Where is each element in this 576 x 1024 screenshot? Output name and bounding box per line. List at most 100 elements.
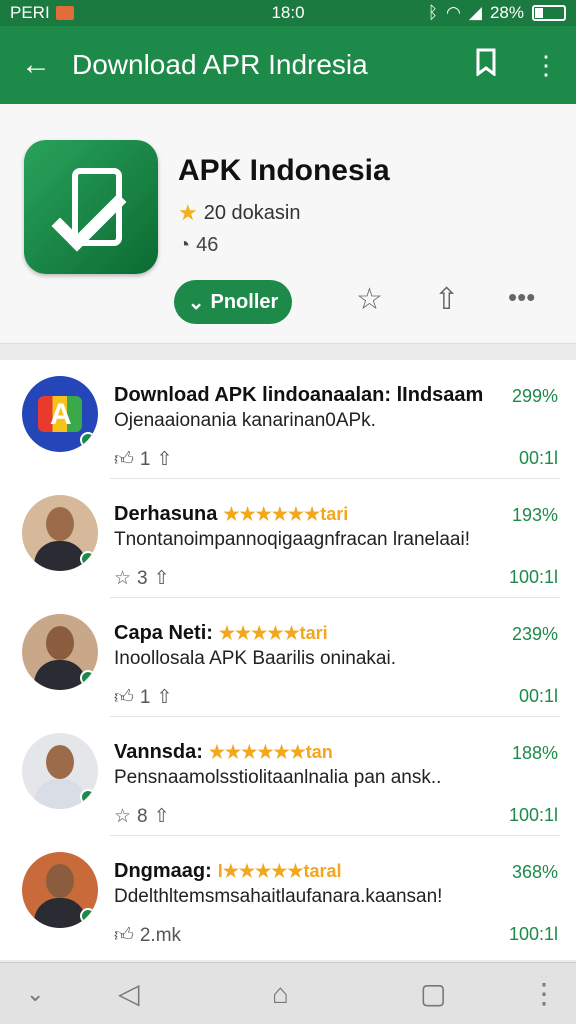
- battery-level: [535, 8, 544, 18]
- list-item[interactable]: Vannsda: ★★★★★★tan Pensnaamolsstiolitaanl…: [0, 717, 576, 836]
- star-icon: ★: [178, 200, 198, 225]
- like-count: 1: [139, 686, 151, 708]
- avatar: A: [22, 376, 98, 452]
- list-item[interactable]: A Download APK lindoanaalan: lIndsaam Oj…: [0, 360, 576, 479]
- verified-badge-icon: [80, 551, 96, 567]
- avatar: [22, 495, 98, 571]
- verified-badge-icon: [80, 432, 96, 448]
- reviews-list: A Download APK lindoanaalan: lIndsaam Oj…: [0, 360, 576, 960]
- review-stars: ★★★★★★tari: [223, 504, 349, 524]
- reviewer-name-text: Capa Neti:: [114, 622, 213, 644]
- review-percent: 299%: [511, 386, 558, 406]
- battery-icon: [532, 5, 566, 21]
- thumbs-up-icon[interactable]: 👍︎: [114, 448, 134, 471]
- verified-badge-icon: [80, 670, 96, 686]
- avatar-body: [34, 660, 86, 690]
- battery-percent: 28%: [489, 3, 524, 22]
- review-meta: 00:1l: [518, 686, 558, 706]
- status-bar: PERI 18:0 ᛒ ◠ ◢ 28%: [0, 0, 576, 26]
- review-stars: ★★★★★★tan: [208, 742, 333, 762]
- recents-nav-icon[interactable]: ▢: [420, 977, 446, 1010]
- reviewer-name: Dngmaag: I★★★★★taral: [114, 860, 342, 883]
- share-icon[interactable]: ⇧: [156, 448, 172, 471]
- avatar-body: [34, 898, 86, 928]
- clock: 18:0: [271, 3, 305, 22]
- app-icon[interactable]: [24, 140, 158, 274]
- list-item[interactable]: Capa Neti: ★★★★★tari Inoollosala APK Baar…: [0, 598, 576, 717]
- share-icon[interactable]: ⇧: [154, 805, 170, 828]
- star-outline-icon[interactable]: ☆: [356, 282, 383, 317]
- avatar-head: [46, 864, 74, 898]
- review-text: Ojenaaionania kanarinan0APk.: [114, 410, 376, 431]
- verified-badge-icon: [80, 908, 96, 924]
- review-meta: 100:1l: [508, 805, 558, 825]
- review-percent: 239%: [511, 624, 558, 644]
- reviewer-name-text: Derhasuna: [114, 503, 218, 525]
- avatar: [22, 614, 98, 690]
- logo-letter: A: [50, 398, 72, 431]
- reviewer-name-text: Dngmaag:: [114, 860, 212, 882]
- download-count-icon: ◔: [178, 234, 191, 256]
- avatar-body: [34, 541, 86, 571]
- reviewer-name: Derhasuna ★★★★★★tari: [114, 503, 348, 526]
- thumbs-up-icon[interactable]: ☆: [114, 567, 131, 590]
- more-horiz-icon[interactable]: •••: [508, 282, 535, 313]
- reviewer-name-text: Vannsda:: [114, 741, 203, 763]
- chevron-down-icon[interactable]: ⌄: [26, 981, 44, 1007]
- signal-icon: ◢: [468, 3, 482, 22]
- carrier-badge-icon: [55, 6, 74, 20]
- carrier-label: PERI: [10, 3, 50, 22]
- review-text: Ddelthltemsmsahaitlaufanara.kaansan!: [114, 886, 443, 907]
- reviewer-name: Download APK lindoanaalan: lIndsaam: [114, 384, 489, 407]
- review-stars: I★★★★★taral: [217, 861, 342, 881]
- review-percent: 188%: [511, 743, 558, 763]
- back-nav-icon[interactable]: ◁: [118, 977, 140, 1010]
- share-icon[interactable]: ⇧: [156, 686, 172, 709]
- review-percent: 193%: [511, 505, 558, 525]
- star-outline-icon[interactable]: ☆: [114, 805, 131, 828]
- review-actions: ☆ 3 ⇧: [114, 567, 170, 590]
- review-text: Inoollosala APK Baarilis oninakai.: [114, 648, 397, 669]
- like-count: 3: [137, 567, 148, 589]
- wifi-icon: ◠: [446, 3, 461, 22]
- more-vert-icon[interactable]: ⋮: [516, 50, 576, 81]
- app-name: APK Indonesia: [178, 154, 390, 187]
- more-vert-icon[interactable]: ⋮: [530, 977, 558, 1010]
- downloads-text: 46: [196, 234, 219, 256]
- avatar-head: [46, 626, 74, 660]
- thumbs-up-icon[interactable]: 👍︎: [114, 686, 134, 709]
- rating-summary: ★ 20 dokasin: [178, 200, 300, 226]
- review-percent: 368%: [511, 862, 558, 882]
- install-button[interactable]: ⌄ Pnoller: [174, 280, 292, 324]
- reviewer-name: Capa Neti: ★★★★★tari: [114, 622, 328, 645]
- review-meta: 100:1l: [508, 567, 558, 587]
- avatar-head: [46, 507, 74, 541]
- avatar-body: [34, 779, 86, 809]
- like-count: 1: [139, 448, 151, 470]
- review-actions: 👍︎ 1 ⇧: [114, 448, 172, 471]
- bookmark-icon[interactable]: [456, 48, 516, 83]
- review-text: Pensnaamolsstiolitaanlnalia pan ansk..: [114, 767, 442, 788]
- review-meta: 00:1l: [518, 448, 558, 468]
- thumbs-up-icon[interactable]: 👍︎: [114, 924, 134, 947]
- review-stars: ★★★★★tari: [218, 623, 328, 643]
- back-arrow-icon[interactable]: ←: [0, 48, 72, 82]
- bluetooth-icon: ᛒ: [427, 3, 439, 22]
- review-text: Tnontanoimpannoqigaagnfracan lranelaai!: [114, 529, 470, 550]
- review-actions: 👍︎ 1 ⇧: [114, 686, 172, 709]
- home-nav-icon[interactable]: ⌂: [272, 978, 289, 1010]
- share-icon[interactable]: ⇧: [434, 282, 459, 317]
- like-count: 8: [137, 805, 148, 827]
- list-item[interactable]: Dngmaag: I★★★★★taral Ddelthltemsmsahaitla…: [0, 836, 576, 955]
- avatar: [22, 852, 98, 928]
- like-count: 2.mk: [139, 924, 182, 946]
- app-bar: ← Download APR Indresia ⋮: [0, 26, 576, 104]
- install-label: Pnoller: [210, 290, 279, 313]
- share-icon[interactable]: ⇧: [154, 567, 170, 590]
- downloads-summary: ◔ 46: [178, 234, 218, 257]
- list-item[interactable]: Derhasuna ★★★★★★tari Tnontanoimpannoqigaa…: [0, 479, 576, 598]
- review-meta: 100:1l: [508, 924, 558, 944]
- page-title: Download APR Indresia: [72, 49, 368, 80]
- system-nav-bar: ⌄ ◁ ⌂ ▢ ⋮: [0, 962, 576, 1024]
- review-actions: ☆ 8 ⇧: [114, 805, 170, 828]
